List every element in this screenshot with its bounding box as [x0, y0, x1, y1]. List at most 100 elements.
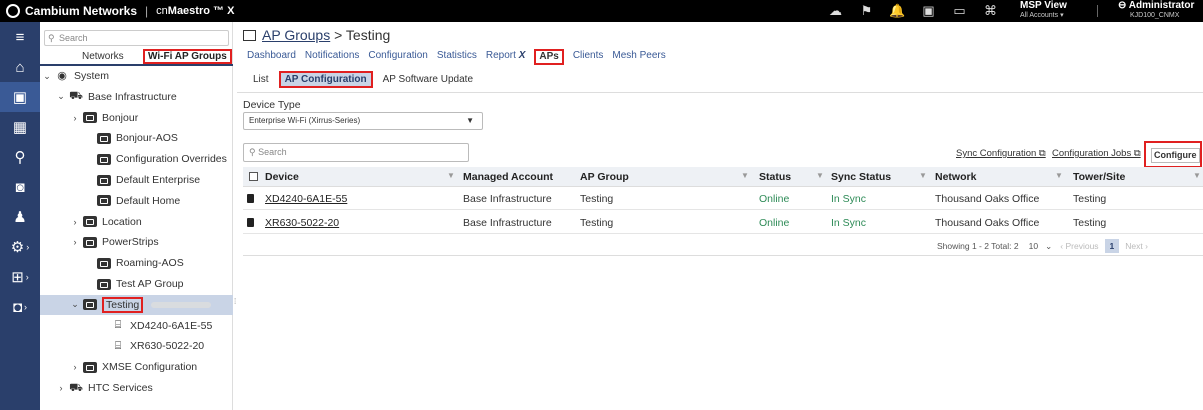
monitor-icon[interactable]: ▣ — [0, 82, 40, 112]
subtab-list[interactable]: List — [253, 74, 269, 85]
device-type-select[interactable]: Enterprise Wi-Fi (Xirrus-Series) ▼ — [243, 112, 483, 130]
col-sync-status[interactable]: Sync Status — [831, 171, 891, 183]
brand-name: Cambium Networks — [25, 4, 138, 18]
filter-icon[interactable]: ▼ — [741, 171, 749, 180]
menu-icon[interactable]: ≡ — [0, 22, 40, 52]
location-pin-icon[interactable]: ⚲ — [0, 142, 40, 172]
tab-configuration[interactable]: Configuration — [368, 49, 427, 65]
notification-icon[interactable]: ⌘ — [975, 0, 1006, 22]
chevron-right-icon[interactable]: › — [70, 217, 80, 227]
sync-configuration-link[interactable]: Sync Configuration ⧉ — [956, 148, 1046, 159]
col-tower-site[interactable]: Tower/Site — [1073, 171, 1125, 183]
select-all-checkbox[interactable] — [249, 172, 258, 181]
previous-page-button[interactable]: ‹ Previous — [1060, 241, 1098, 251]
panel-resize-handle[interactable]: ⁞ — [234, 297, 236, 306]
ap-group-icon — [97, 174, 111, 186]
admin-name: ⊖ Administrator — [1118, 0, 1195, 11]
settings-icon[interactable]: ⚙ › — [0, 232, 40, 262]
sidebar-toggle-icon[interactable] — [243, 30, 256, 41]
redacted-area — [151, 301, 212, 308]
table-row[interactable]: XD4240-6A1E-55 Base Infrastructure Testing… — [243, 187, 1203, 210]
tree-node[interactable]: ⌸ XD4240-6A1E-55 — [98, 316, 213, 336]
tree-node[interactable]: › Bonjour — [70, 108, 139, 128]
col-ap-group[interactable]: AP Group — [580, 171, 629, 183]
ap-group-icon — [83, 216, 97, 228]
chevron-down-icon[interactable]: ⌄ — [56, 91, 66, 102]
tree-node[interactable]: Bonjour-AOS — [84, 128, 178, 148]
subtab-ap-configuration[interactable]: AP Configuration — [278, 70, 373, 88]
tab-clients[interactable]: Clients — [573, 49, 604, 65]
page-1-button[interactable]: 1 — [1104, 239, 1120, 253]
flag-icon[interactable]: ⚑ — [851, 0, 882, 22]
tab-notifications[interactable]: Notifications — [305, 49, 359, 65]
breadcrumb-ap-groups[interactable]: AP Groups — [262, 27, 330, 43]
user-icon[interactable]: ♟ — [0, 202, 40, 232]
subtab-ap-software-update[interactable]: AP Software Update — [383, 74, 473, 85]
tree-node[interactable]: › PowerStrips — [70, 232, 159, 252]
chevron-right-icon[interactable]: › — [70, 362, 80, 372]
tab-mesh-peers[interactable]: Mesh Peers — [612, 49, 665, 65]
tree-node-label: Bonjour-AOS — [116, 132, 178, 145]
tab-wifi-ap-groups[interactable]: Wi-Fi AP Groups — [143, 49, 232, 64]
tree-search-input[interactable]: ⚲ Search — [44, 30, 229, 46]
configuration-jobs-link[interactable]: Configuration Jobs ⧉ — [1052, 148, 1141, 159]
brand[interactable]: Cambium Networks | cnMaestro ™ X — [0, 4, 234, 18]
terminal-icon[interactable]: ▭ — [944, 0, 975, 22]
configure-button[interactable]: Configure — [1144, 141, 1202, 168]
tree-node-label: Default Enterprise — [116, 174, 201, 186]
next-page-button[interactable]: Next › — [1125, 241, 1148, 251]
tree-node[interactable]: Default Enterprise — [84, 170, 200, 190]
grid-icon[interactable]: ▦ — [0, 112, 40, 142]
folder-icon: ⛟ — [69, 90, 83, 103]
col-status[interactable]: Status — [759, 171, 791, 183]
tree-node-label: Location — [102, 215, 142, 228]
home-icon[interactable]: ⌂ — [0, 52, 40, 82]
cloud-icon[interactable]: ☁ — [820, 0, 851, 22]
admin-menu[interactable]: ⊖ Administrator KJD100_CNMX — [1118, 1, 1194, 21]
tree-node[interactable]: › Location — [70, 212, 142, 232]
tree-node[interactable]: Roaming-AOS — [84, 253, 184, 273]
tab-aps[interactable]: APs — [534, 49, 564, 65]
col-device[interactable]: Device — [265, 171, 299, 183]
reports-icon[interactable]: ◘ › — [0, 292, 40, 322]
filter-icon[interactable]: ▼ — [1055, 171, 1063, 180]
chevron-down-icon: ▼ — [466, 116, 474, 125]
bell-alert-icon[interactable]: 🔔 — [882, 0, 913, 22]
tree-node[interactable]: Configuration Overrides — [84, 149, 227, 169]
msp-view-selector[interactable]: MSP View All Accounts ▾ — [1020, 1, 1067, 21]
tree-node[interactable]: Default Home — [84, 191, 180, 211]
tab-statistics[interactable]: Statistics — [437, 49, 477, 65]
col-managed-account[interactable]: Managed Account — [463, 171, 553, 183]
apps-icon[interactable]: ⊞ › — [0, 262, 40, 292]
tab-dashboard[interactable]: Dashboard — [247, 49, 296, 65]
table-row[interactable]: XR630-5022-20 Base Infrastructure Testing O… — [243, 211, 1203, 234]
tab-networks[interactable]: Networks — [82, 51, 124, 62]
breadcrumb-current: > Testing — [330, 27, 391, 43]
filter-icon[interactable]: ▼ — [1193, 171, 1201, 180]
page-size-select[interactable]: 10 ⌄ — [1029, 241, 1053, 252]
tab-report[interactable]: Report X — [486, 49, 525, 65]
col-network[interactable]: Network — [935, 171, 976, 183]
tree-node[interactable]: Test AP Group — [84, 274, 184, 294]
filter-icon[interactable]: ▼ — [816, 171, 824, 180]
cell-device[interactable]: XD4240-6A1E-55 — [265, 193, 347, 205]
camera-icon[interactable]: ▣ — [913, 0, 944, 22]
chevron-right-icon[interactable]: › — [70, 113, 80, 123]
tree-node[interactable]: ⌄ ◉ System — [42, 66, 109, 86]
tree-node[interactable]: ⌄ ⛟ Base Infrastructure — [56, 87, 177, 107]
filter-icon[interactable]: ▼ — [447, 171, 455, 180]
cell-device[interactable]: XR630-5022-20 — [265, 217, 339, 229]
tree-node[interactable]: ⌸ XR630-5022-20 — [98, 336, 204, 356]
tree-node[interactable]: › ⛟ HTC Services — [56, 378, 153, 398]
chevron-right-icon[interactable]: › — [56, 383, 66, 393]
tree-tabs: Networks Wi-Fi AP Groups — [40, 49, 233, 66]
device-icon[interactable]: ◙ — [0, 172, 40, 202]
chevron-down-icon[interactable]: ⌄ — [70, 299, 80, 310]
tree-node[interactable]: ⌄ Testing — [40, 294, 233, 315]
chevron-right-icon[interactable]: › — [70, 237, 80, 247]
table-search-input[interactable]: ⚲ Search — [243, 143, 469, 162]
tree-node-label: Testing — [102, 296, 144, 313]
filter-icon[interactable]: ▼ — [919, 171, 927, 180]
tree-node[interactable]: › XMSE Configuration — [70, 357, 198, 377]
chevron-down-icon[interactable]: ⌄ — [42, 71, 52, 82]
